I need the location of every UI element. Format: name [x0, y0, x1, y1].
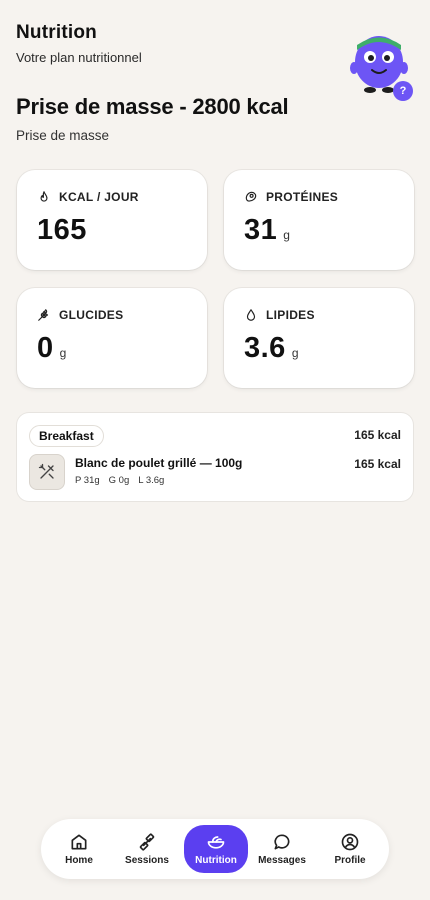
stat-card-kcal: KCAL / JOUR 165: [17, 170, 207, 270]
nav-item-sessions[interactable]: Sessions: [115, 825, 179, 873]
stat-value: 31: [244, 214, 278, 246]
food-item-macros: P 31g G 0g L 3.6g: [75, 475, 164, 486]
bottom-navigation: Home Sessions Nutrition Messages Profile: [41, 819, 389, 879]
food-item-kcal: 165 kcal: [354, 457, 401, 471]
plan-title: Prise de masse - 2800 kcal: [16, 94, 289, 119]
food-item-name: Blanc de poulet grillé — 100g: [75, 456, 243, 470]
mascot-avatar[interactable]: ?: [350, 28, 416, 102]
nav-item-nutrition[interactable]: Nutrition: [184, 825, 248, 873]
stat-value: 165: [37, 214, 87, 246]
utensils-crossed-icon: [38, 463, 54, 479]
food-carbs: G 0g: [108, 475, 130, 486]
nav-label: Profile: [334, 855, 366, 866]
meal-total-kcal: 165 kcal: [354, 428, 401, 442]
nav-label: Sessions: [125, 855, 169, 866]
meat-icon: [245, 191, 257, 202]
page-header: Nutrition Votre plan nutritionnel: [16, 22, 142, 65]
stat-unit: g: [59, 346, 67, 360]
stat-label: LIPIDES: [266, 308, 315, 322]
stat-card-lipides: LIPIDES 3.6 g: [224, 288, 414, 388]
nav-label: Nutrition: [195, 855, 237, 866]
stat-card-proteines: PROTÉINES 31 g: [224, 170, 414, 270]
plan-subtitle: Prise de masse: [16, 128, 110, 143]
stat-label: PROTÉINES: [266, 190, 339, 204]
wheat-icon: [38, 309, 49, 321]
food-protein: P 31g: [75, 475, 100, 486]
page-subtitle: Votre plan nutritionnel: [16, 50, 142, 65]
page-title: Nutrition: [16, 22, 97, 43]
nav-label: Messages: [258, 855, 306, 866]
stat-card-glucides: GLUCIDES 0 g: [17, 288, 207, 388]
stat-label: GLUCIDES: [59, 308, 124, 322]
nav-item-home[interactable]: Home: [47, 825, 111, 873]
user-circle-icon: [341, 833, 359, 851]
food-fat: L 3.6g: [138, 475, 165, 486]
help-badge[interactable]: ?: [393, 81, 413, 101]
dumbbell-icon: [139, 833, 155, 851]
flame-icon: [40, 191, 48, 202]
salad-bowl-icon: [207, 836, 225, 849]
stat-value: 3.6: [244, 332, 286, 364]
chat-bubble-icon: [274, 834, 290, 850]
stat-unit: g: [283, 228, 290, 242]
nav-label: Home: [65, 855, 93, 866]
meal-card[interactable]: Breakfast 165 kcal Blanc de poulet grill…: [17, 413, 413, 501]
food-thumbnail: [29, 454, 65, 490]
meal-name-chip: Breakfast: [29, 425, 104, 447]
nav-item-messages[interactable]: Messages: [250, 825, 314, 873]
droplet-icon: [246, 309, 256, 321]
home-icon: [71, 834, 87, 850]
stat-unit: g: [291, 346, 299, 360]
stat-value: 0: [37, 332, 54, 364]
stat-label: KCAL / JOUR: [59, 190, 139, 204]
plan-section: Prise de masse - 2800 kcal Prise de mass…: [16, 94, 289, 143]
nav-item-profile[interactable]: Profile: [318, 825, 382, 873]
